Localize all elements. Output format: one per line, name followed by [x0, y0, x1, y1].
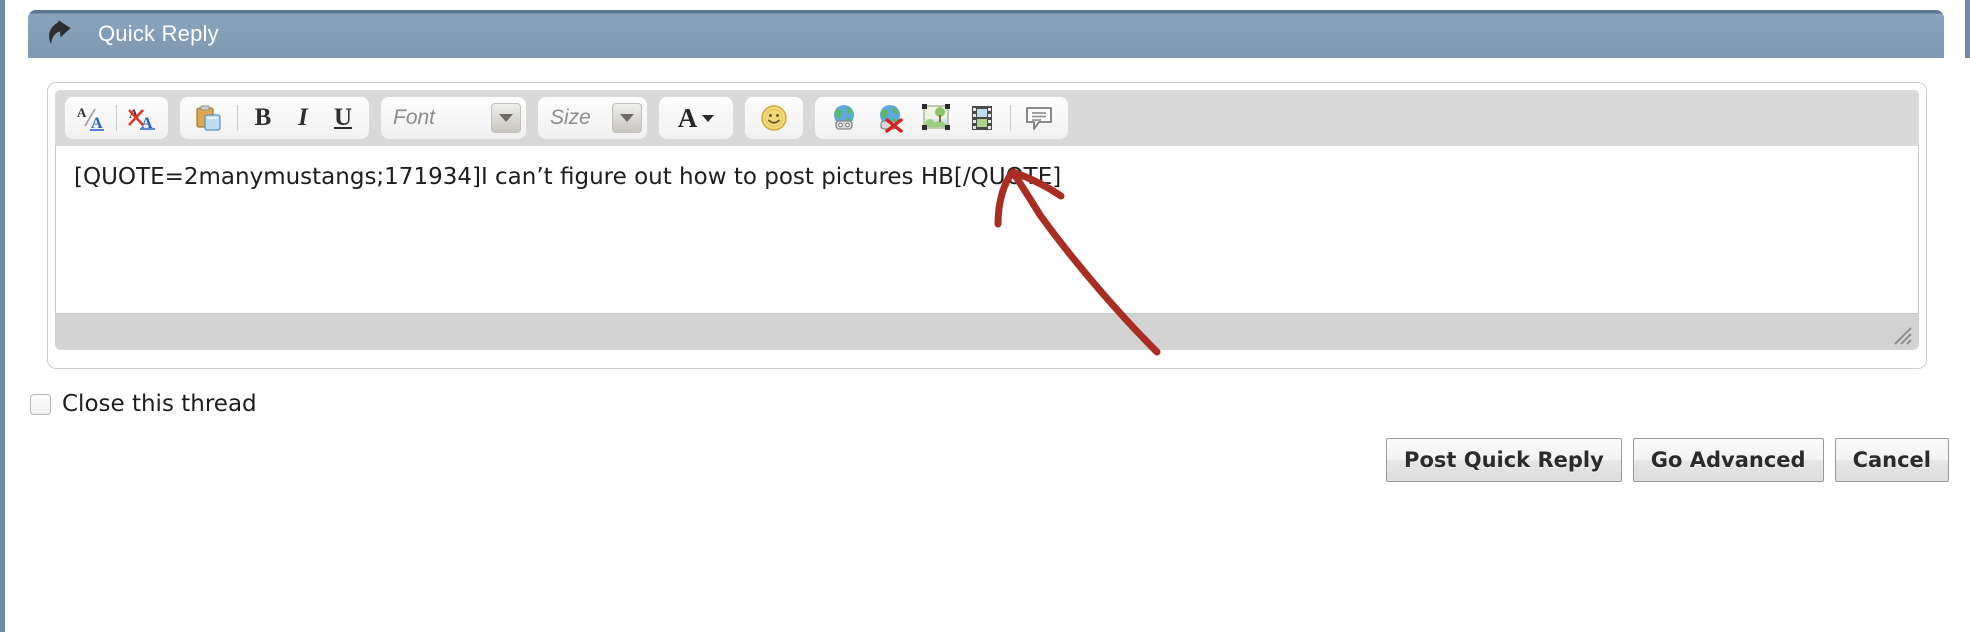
film-strip-icon	[972, 106, 992, 130]
insert-video-button[interactable]	[959, 99, 1005, 137]
insert-media-group	[815, 97, 1068, 139]
underline-icon: U	[333, 104, 353, 131]
close-thread-option: Close this thread	[30, 391, 257, 417]
formatting-toggle-group: A A A A	[65, 97, 168, 139]
remove-link-button[interactable]	[867, 99, 913, 137]
bold-icon: B	[254, 104, 272, 131]
message-textarea[interactable]: [QUOTE=2manymustangs;171934]I can’t figu…	[55, 146, 1919, 314]
font-size-select[interactable]: Size	[538, 97, 647, 139]
font-color-button[interactable]: A	[665, 99, 727, 137]
quick-reply-page: Quick Reply A A A B I U Font Size A [QUO…	[0, 0, 1970, 632]
cancel-button[interactable]: Cancel	[1834, 438, 1949, 482]
toolbar-divider	[237, 105, 238, 131]
font-family-select[interactable]: Font	[381, 97, 526, 139]
quick-reply-body: A A A A	[10, 58, 1970, 632]
font-size-placeholder: Size	[550, 106, 591, 129]
post-quick-reply-button[interactable]: Post Quick Reply	[1386, 438, 1622, 482]
insert-link-button[interactable]	[821, 99, 867, 137]
editor-toolbar: A A A A	[55, 90, 1919, 146]
resize-grip-icon[interactable]	[1889, 322, 1913, 346]
quote-bubble-icon	[1026, 107, 1052, 130]
insert-image-icon	[922, 104, 950, 130]
smiley-icon	[761, 105, 787, 131]
chevron-down-icon[interactable]	[612, 103, 642, 133]
toggle-editor-mode-button[interactable]: A A	[71, 99, 111, 137]
remove-formatting-button[interactable]: A A	[122, 99, 162, 137]
go-advanced-button[interactable]: Go Advanced	[1632, 438, 1824, 482]
reply-arrow-icon	[42, 16, 84, 52]
italic-button[interactable]: I	[283, 99, 323, 137]
bold-button[interactable]: B	[243, 99, 283, 137]
insert-image-button[interactable]	[913, 99, 959, 137]
underline-button[interactable]: U	[323, 99, 363, 137]
action-buttons: Post Quick Reply Go Advanced Cancel	[1386, 438, 1949, 482]
editor-footer	[55, 314, 1919, 350]
smilie-group	[745, 97, 803, 139]
insert-smilie-button[interactable]	[751, 99, 797, 137]
toolbar-divider	[1010, 105, 1011, 131]
clipboard-paste-icon[interactable]	[186, 99, 232, 137]
close-thread-checkbox[interactable]	[30, 393, 51, 415]
font-color-icon: A	[677, 102, 698, 133]
insert-quote-button[interactable]	[1016, 99, 1062, 137]
text-style-group: B I U	[180, 97, 369, 139]
font-color-group: A	[659, 97, 733, 139]
close-thread-label: Close this thread	[62, 391, 257, 417]
svg-text:A: A	[77, 105, 87, 120]
quick-reply-header: Quick Reply	[28, 10, 1944, 58]
globe-link-icon	[834, 105, 854, 130]
message-editor: A A A A	[47, 82, 1927, 369]
toolbar-divider	[116, 105, 117, 131]
message-text: [QUOTE=2manymustangs;171934]I can’t figu…	[74, 164, 1062, 190]
chevron-down-icon[interactable]	[491, 103, 521, 133]
page-title: Quick Reply	[98, 21, 219, 46]
chevron-down-icon	[702, 114, 715, 122]
font-family-placeholder: Font	[393, 106, 436, 129]
globe-unlink-icon	[880, 105, 903, 133]
italic-icon: I	[298, 104, 308, 131]
